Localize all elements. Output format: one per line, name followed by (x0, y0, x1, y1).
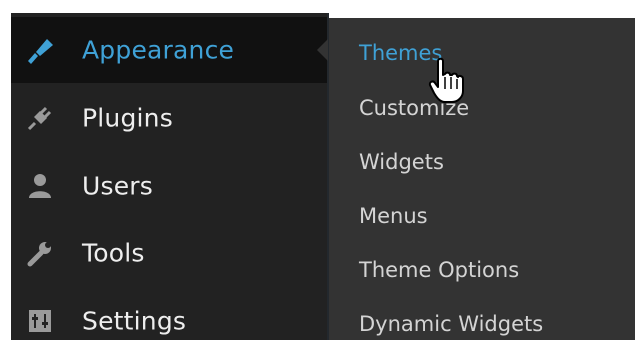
submenu-item-customize[interactable]: Customize (329, 82, 635, 134)
paintbrush-icon (23, 33, 57, 67)
sidebar-item-settings[interactable]: Settings (11, 288, 327, 340)
admin-sidebar: Appearance Plugins Users Tools Settings (11, 13, 328, 340)
settings-icon (23, 304, 57, 338)
appearance-submenu: Themes Customize Widgets Menus Theme Opt… (329, 13, 635, 340)
plugin-icon (23, 101, 57, 135)
user-icon (23, 169, 57, 203)
submenu-item-label: Menus (359, 204, 428, 228)
submenu-item-label: Widgets (359, 150, 444, 174)
wrench-icon (23, 236, 57, 270)
submenu-item-themes[interactable]: Themes (329, 27, 635, 79)
sidebar-item-label: Appearance (82, 35, 235, 65)
sidebar-item-label: Tools (82, 238, 145, 268)
submenu-item-menus[interactable]: Menus (329, 190, 635, 242)
submenu-item-dynamic-widgets[interactable]: Dynamic Widgets (329, 298, 635, 340)
submenu-item-label: Theme Options (359, 258, 520, 282)
submenu-item-theme-options[interactable]: Theme Options (329, 244, 635, 296)
page-content-edge (329, 13, 635, 18)
submenu-item-widgets[interactable]: Widgets (329, 136, 635, 188)
submenu-item-label: Dynamic Widgets (359, 312, 544, 336)
sidebar-item-appearance[interactable]: Appearance (11, 17, 327, 83)
admin-menu-frame: Appearance Plugins Users Tools Settings … (11, 13, 635, 340)
sidebar-item-tools[interactable]: Tools (11, 220, 327, 286)
sidebar-item-label: Plugins (82, 103, 173, 133)
hand-cursor-icon (428, 57, 464, 103)
sidebar-item-label: Users (82, 171, 154, 201)
submenu-pointer-arrow (317, 39, 328, 61)
sidebar-item-plugins[interactable]: Plugins (11, 85, 327, 151)
sidebar-item-users[interactable]: Users (11, 153, 327, 219)
sidebar-item-label: Settings (82, 306, 187, 336)
